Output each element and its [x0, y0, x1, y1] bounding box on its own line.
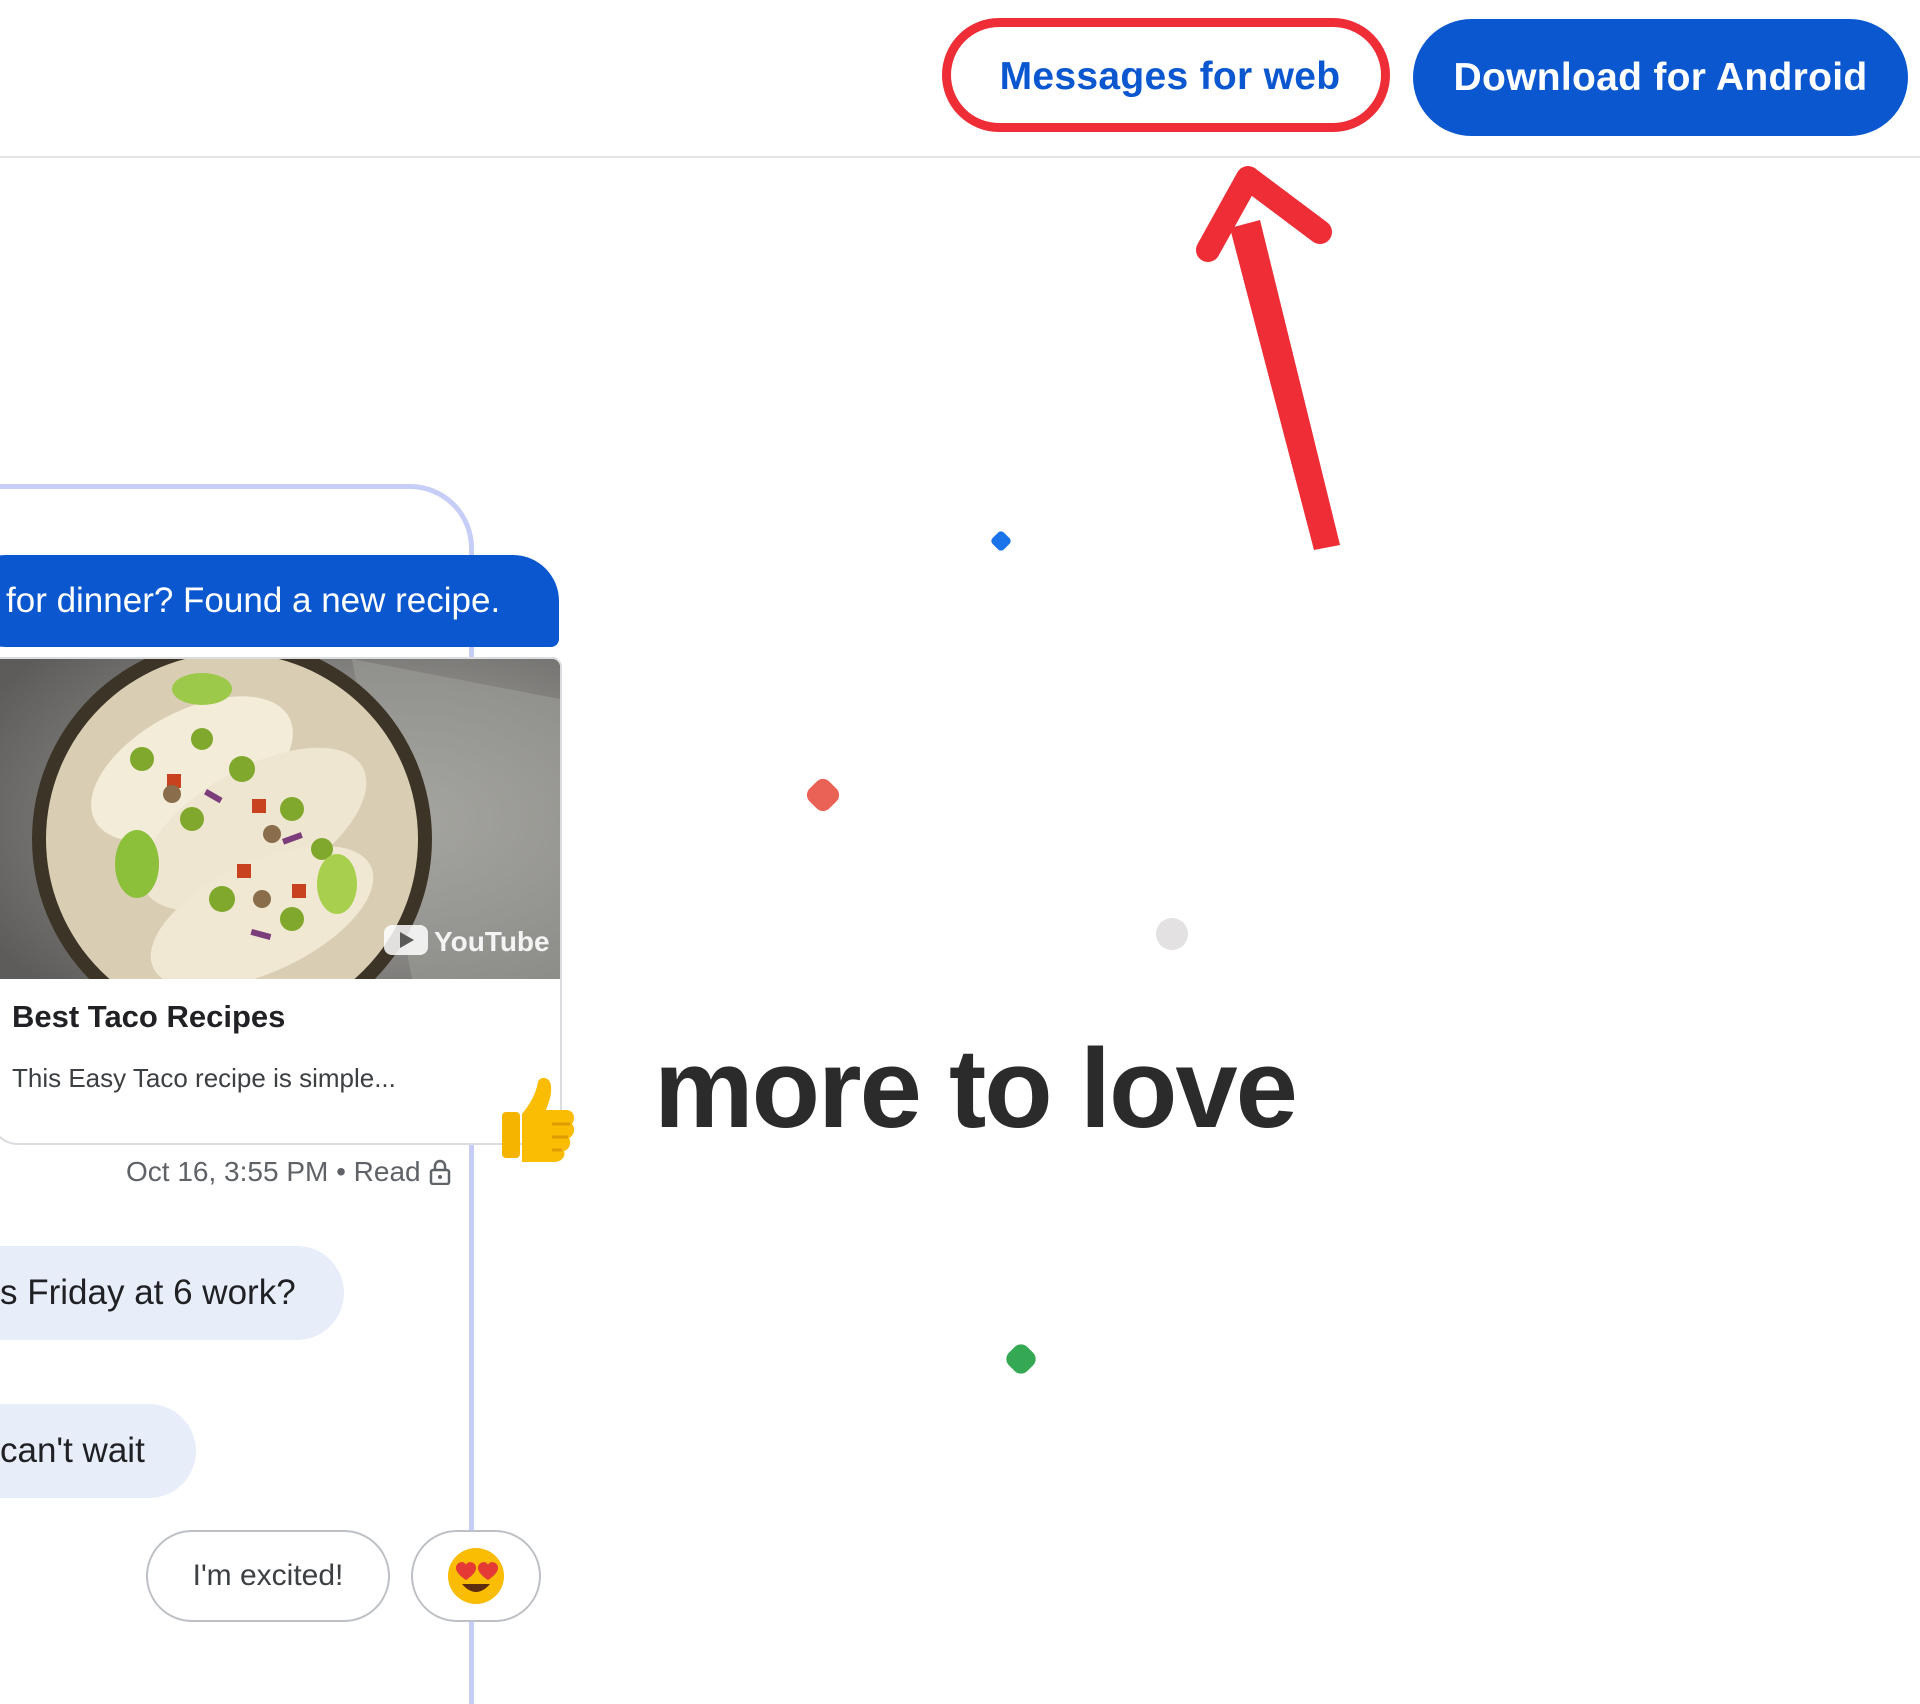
- top-nav-bar: Messages for web Download for Android: [0, 0, 1920, 158]
- message-meta-text: Oct 16, 3:55 PM • Read: [126, 1156, 421, 1187]
- outgoing-message-text: for dinner? Found a new recipe.: [6, 581, 501, 620]
- annotation-highlight-ring: [942, 18, 1390, 132]
- youtube-logo-icon: [384, 925, 428, 955]
- suggested-reply-chip[interactable]: I'm excited!: [146, 1530, 390, 1622]
- incoming-message-text: can't wait: [0, 1431, 145, 1470]
- suggested-reply-emoji-chip[interactable]: [411, 1530, 541, 1622]
- decorative-grey-dot: [1156, 918, 1188, 950]
- decorative-red-dot: [806, 778, 840, 812]
- incoming-message-bubble: can't wait: [0, 1404, 196, 1498]
- incoming-message-text: s Friday at 6 work?: [0, 1273, 296, 1312]
- arrow-up-icon: [1196, 166, 1340, 550]
- lock-icon: [429, 1159, 450, 1185]
- link-card-description: This Easy Taco recipe is simple...: [12, 1063, 396, 1093]
- decorative-green-dot: [1006, 1344, 1036, 1374]
- message-meta: Oct 16, 3:55 PM • Read: [126, 1156, 451, 1188]
- taco-preview-image: YouTube: [0, 659, 560, 979]
- link-preview-card[interactable]: YouTube Best Taco Recipes This Easy Taco…: [0, 657, 562, 1145]
- incoming-message-bubble: s Friday at 6 work?: [0, 1246, 344, 1340]
- outgoing-message-bubble: for dinner? Found a new recipe.: [0, 555, 559, 647]
- hero-headline: more to love: [654, 1026, 1298, 1151]
- decorative-blue-dot: [991, 531, 1011, 551]
- heart-eyes-emoji-icon: [448, 1548, 504, 1604]
- download-for-android-button[interactable]: Download for Android: [1413, 19, 1908, 136]
- link-card-title: Best Taco Recipes: [12, 999, 286, 1034]
- youtube-watermark: YouTube: [434, 926, 550, 957]
- thumbs-up-icon: [502, 1077, 575, 1162]
